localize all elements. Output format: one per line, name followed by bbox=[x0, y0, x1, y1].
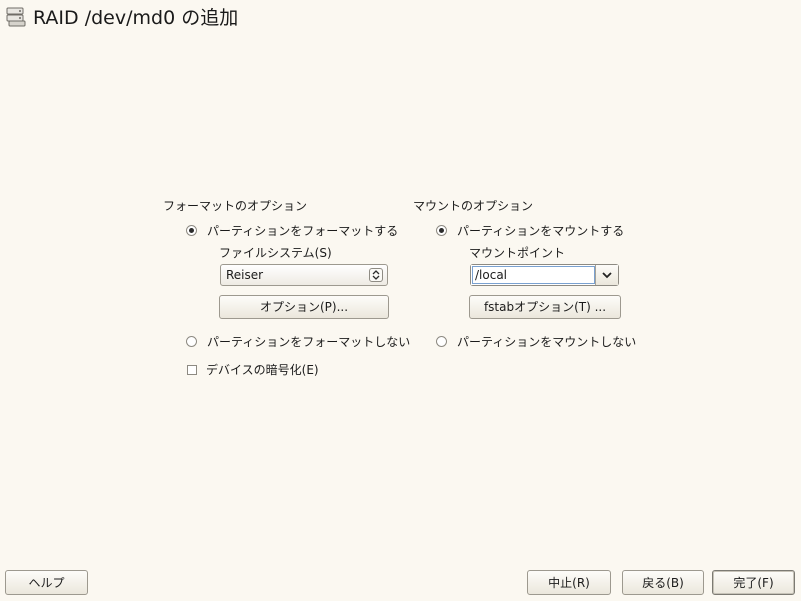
help-button[interactable]: ヘルプ bbox=[5, 570, 88, 595]
no-format-partition-label[interactable]: パーティションをフォーマットしない bbox=[207, 335, 410, 349]
finish-button[interactable]: 完了(F) bbox=[712, 570, 795, 595]
dialog-window: RAID /dev/md0 の追加 フォーマットのオプション パーティションをフ… bbox=[0, 0, 801, 601]
encrypt-device-label[interactable]: デバイスの暗号化(E) bbox=[206, 363, 319, 377]
format-partition-radio[interactable] bbox=[186, 225, 197, 236]
mount-point-input[interactable]: /local bbox=[471, 265, 596, 285]
updown-arrows-icon bbox=[369, 268, 383, 282]
filesystem-select[interactable]: Reiser bbox=[220, 264, 388, 286]
mount-point-combo[interactable]: /local bbox=[470, 264, 619, 286]
hard-disk-icon bbox=[6, 7, 26, 27]
encrypt-device-checkbox[interactable] bbox=[187, 365, 197, 375]
filesystem-label: ファイルシステム(S) bbox=[219, 246, 332, 260]
format-options-heading: フォーマットのオプション bbox=[163, 199, 308, 213]
chevron-down-icon[interactable] bbox=[596, 265, 618, 285]
mount-point-label: マウントポイント bbox=[469, 246, 566, 260]
no-mount-partition-radio[interactable] bbox=[436, 336, 447, 347]
fstab-options-button[interactable]: fstabオプション(T) ... bbox=[469, 295, 621, 319]
filesystem-value: Reiser bbox=[226, 268, 264, 282]
dialog-title: RAID /dev/md0 の追加 bbox=[33, 6, 239, 29]
mount-partition-radio[interactable] bbox=[436, 225, 447, 236]
format-partition-label[interactable]: パーティションをフォーマットする bbox=[207, 224, 398, 238]
mount-partition-label[interactable]: パーティションをマウントする bbox=[457, 224, 624, 238]
no-mount-partition-label[interactable]: パーティションをマウントしない bbox=[457, 335, 636, 349]
no-format-partition-radio[interactable] bbox=[186, 336, 197, 347]
back-button[interactable]: 戻る(B) bbox=[622, 570, 704, 595]
dialog-header: RAID /dev/md0 の追加 bbox=[5, 3, 238, 29]
abort-button[interactable]: 中止(R) bbox=[527, 570, 611, 595]
mount-options-heading: マウントのオプション bbox=[413, 199, 534, 213]
format-options-button[interactable]: オプション(P)... bbox=[219, 295, 389, 319]
